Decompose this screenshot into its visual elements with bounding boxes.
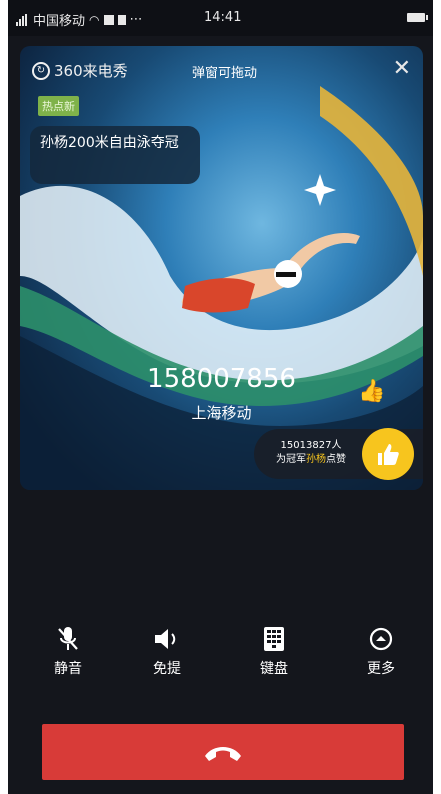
swimsuit [182, 278, 255, 313]
brand-logo: ↻ 360来电秀 [32, 60, 128, 81]
call-controls: 静音 免提 键盘 更多 [8, 624, 433, 694]
goggles [276, 272, 296, 277]
thumb-up-icon [378, 444, 399, 465]
mute-button[interactable]: 静音 [33, 624, 103, 678]
speaker-icon [155, 629, 176, 649]
signal-icon [16, 13, 27, 26]
caller-carrier: 上海移动 [191, 404, 252, 422]
news-badge: 热点新 [38, 96, 79, 116]
brand-icon: ↻ [32, 61, 50, 80]
overflow-icon: ⋯ [129, 12, 143, 27]
more-label: 更多 [367, 661, 395, 677]
hangup-phone-icon [205, 747, 241, 761]
sparkle [304, 174, 336, 206]
call-screen: 中国移动 ◠ ⋯ 14:41 ↻ 360来电秀 弹窗可拖动 ✕ 热点新 孙杨20… [8, 0, 433, 794]
sim-icon [117, 14, 126, 25]
mic-off-icon [58, 627, 78, 650]
wave-band-yellow [320, 86, 423, 276]
brand-name: 360来电秀 [54, 62, 128, 80]
swimmer-arm [288, 233, 360, 270]
wifi-icon: ◠ [89, 12, 100, 27]
keypad-icon [264, 627, 284, 651]
speaker-label: 免提 [153, 661, 181, 677]
news-headline[interactable]: 孙杨200米自由泳夺冠 [30, 126, 200, 184]
like-count: 15013827人 [280, 440, 342, 451]
more-button[interactable]: 更多 [346, 624, 416, 678]
keypad-button[interactable]: 键盘 [239, 624, 309, 678]
image-icon [103, 14, 114, 25]
like-counter: 15013827人 为冠军孙杨点赞 [254, 428, 423, 480]
keypad-label: 键盘 [260, 661, 288, 677]
speaker-button[interactable]: 免提 [132, 624, 202, 678]
status-time: 14:41 [204, 10, 242, 25]
carrier-name: 中国移动 [33, 14, 86, 29]
thumb-up-icon: 👍 [358, 379, 386, 404]
close-icon[interactable]: ✕ [393, 56, 411, 81]
hangup-button[interactable] [42, 724, 404, 780]
promo-card[interactable]: ↻ 360来电秀 弹窗可拖动 ✕ 热点新 孙杨200米自由泳夺冠 1580078… [20, 46, 423, 490]
status-bar: 中国移动 ◠ ⋯ 14:41 [8, 0, 433, 36]
more-icon [369, 627, 393, 651]
like-cheer: 为冠军孙杨点赞 [276, 454, 346, 465]
mute-label: 静音 [54, 661, 82, 677]
battery-icon [407, 13, 428, 22]
like-button[interactable] [362, 428, 414, 480]
drag-hint: 弹窗可拖动 [192, 66, 258, 81]
swimmer-illustration [20, 86, 423, 490]
